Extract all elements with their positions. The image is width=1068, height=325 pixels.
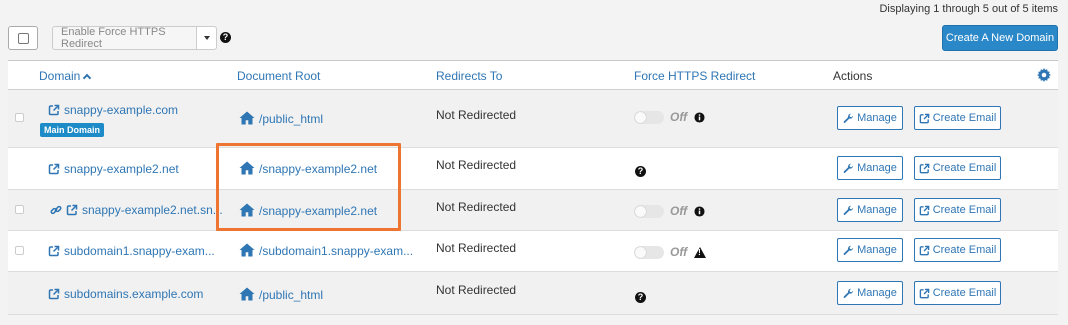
table-row: snappy-example.com Main Domain /public_h… (8, 90, 1058, 148)
external-link-icon (919, 205, 930, 216)
help-icon[interactable]: ? (635, 292, 646, 303)
external-link-icon (66, 204, 78, 216)
force-https-cell: Off (634, 204, 705, 218)
column-header-document-root[interactable]: Document Root (237, 69, 320, 83)
external-link-icon (919, 163, 930, 174)
table-row: snappy-example2.net.sn... /snappy-exampl… (8, 190, 1058, 231)
wrench-icon (843, 245, 854, 256)
column-header-domain[interactable]: Domain (39, 69, 92, 83)
document-root-link[interactable]: /public_html (239, 111, 323, 126)
column-header-redirects-to[interactable]: Redirects To (436, 69, 502, 83)
wrench-icon (843, 205, 854, 216)
column-header-actions: Actions (833, 69, 873, 83)
wrench-icon (843, 163, 854, 174)
row-checkbox[interactable] (15, 113, 24, 122)
row-checkbox[interactable] (15, 205, 24, 214)
force-https-cell: ? (635, 289, 646, 303)
external-link-icon (919, 288, 930, 299)
external-link-icon (48, 163, 60, 175)
table-row: snappy-example2.net /snappy-example2.net… (8, 148, 1058, 190)
create-email-button[interactable]: Create Email (914, 106, 1001, 130)
domains-table: Domain Document Root Redirects To Force … (8, 60, 1058, 315)
domain-link[interactable]: snappy-example2.net.sn... (50, 203, 223, 217)
redirect-status: Not Redirected (436, 158, 517, 172)
highlight-annotation (216, 143, 401, 231)
home-icon (239, 287, 255, 301)
bulk-action-select[interactable]: Enable Force HTTPS Redirect (52, 26, 217, 50)
manage-button[interactable]: Manage (837, 238, 903, 262)
toggle-state-label: Off (670, 110, 688, 124)
create-email-button[interactable]: Create Email (914, 238, 1001, 262)
toggle-state-label: Off (670, 204, 688, 218)
chevron-down-icon (203, 36, 210, 40)
warning-icon[interactable] (694, 246, 707, 258)
domain-link[interactable]: subdomains.example.com (48, 287, 203, 301)
create-email-button[interactable]: Create Email (914, 281, 1001, 305)
force-https-cell: ? (635, 163, 646, 177)
external-link-icon (48, 104, 60, 116)
bulk-action-dropdown-toggle[interactable] (197, 27, 216, 49)
help-icon[interactable]: ? (220, 32, 231, 43)
info-icon[interactable] (694, 206, 705, 217)
force-https-toggle[interactable] (634, 245, 664, 259)
wrench-icon (843, 113, 854, 124)
row-checkbox[interactable] (15, 246, 24, 255)
redirect-status: Not Redirected (436, 200, 517, 214)
force-https-cell: Off (634, 245, 707, 259)
table-header: Domain Document Root Redirects To Force … (8, 61, 1058, 90)
home-icon (239, 111, 255, 125)
domain-link[interactable]: snappy-example2.net (48, 162, 179, 176)
column-header-force-https[interactable]: Force HTTPS Redirect (634, 69, 755, 83)
external-link-icon (48, 245, 60, 257)
external-link-icon (919, 113, 930, 124)
redirect-status: Not Redirected (436, 283, 517, 297)
bulk-action-label: Enable Force HTTPS Redirect (53, 26, 197, 50)
table-row: subdomains.example.com /public_html Not … (8, 272, 1058, 315)
force-https-cell: Off (634, 110, 705, 124)
external-link-icon (919, 245, 930, 256)
manage-button[interactable]: Manage (837, 156, 903, 180)
info-icon[interactable] (694, 112, 705, 123)
document-root-link[interactable]: /subdomain1.snappy-exam... (239, 243, 413, 258)
wrench-icon (843, 288, 854, 299)
sort-ascending-icon (83, 73, 92, 83)
gear-icon[interactable] (1037, 68, 1051, 82)
external-link-icon (48, 288, 60, 300)
manage-button[interactable]: Manage (837, 281, 903, 305)
create-new-domain-button[interactable]: Create A New Domain (942, 25, 1058, 51)
create-email-button[interactable]: Create Email (914, 198, 1001, 222)
table-row: subdomain1.snappy-exam... /subdomain1.sn… (8, 231, 1058, 272)
create-email-button[interactable]: Create Email (914, 156, 1001, 180)
toggle-state-label: Off (670, 245, 688, 259)
link-icon (50, 204, 62, 216)
redirect-status: Not Redirected (436, 108, 517, 122)
main-domain-badge: Main Domain (40, 123, 105, 137)
manage-button[interactable]: Manage (837, 106, 903, 130)
home-icon (239, 243, 255, 257)
manage-button[interactable]: Manage (837, 198, 903, 222)
force-https-toggle[interactable] (634, 204, 664, 218)
force-https-toggle[interactable] (634, 110, 664, 124)
pagination-summary: Displaying 1 through 5 out of 5 items (879, 3, 1058, 15)
document-root-link[interactable]: /public_html (239, 287, 323, 302)
redirect-status: Not Redirected (436, 241, 517, 255)
help-icon[interactable]: ? (635, 166, 646, 177)
domain-link[interactable]: snappy-example.com (48, 103, 178, 117)
select-all-checkbox[interactable] (8, 26, 38, 50)
domain-link[interactable]: subdomain1.snappy-exam... (48, 244, 215, 258)
